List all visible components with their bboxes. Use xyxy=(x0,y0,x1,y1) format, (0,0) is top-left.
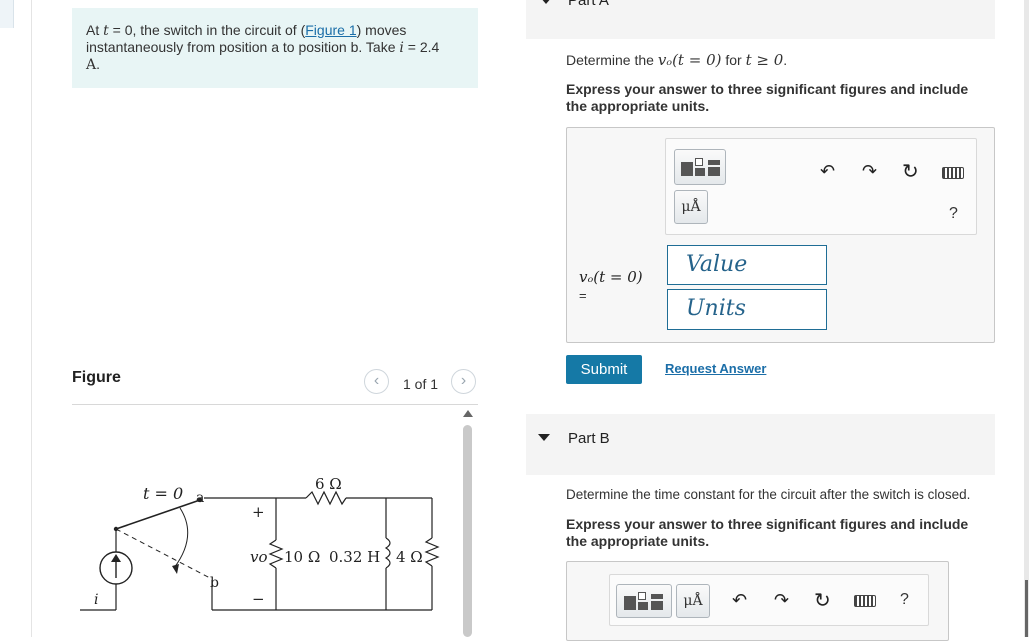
figure-pager-text: 1 of 1 xyxy=(403,376,439,392)
part-a-answer-label: vₒ(t = 0) xyxy=(579,268,643,286)
part-b-toolbar: μÅ ↶ ↷ ↻ ? xyxy=(609,574,929,626)
templates-button[interactable] xyxy=(616,584,672,618)
part-b-answer-box: μÅ ↶ ↷ ↻ ? xyxy=(566,561,949,641)
problem-text-middle: = 0, the switch in the circuit of ( xyxy=(108,22,306,38)
part-a-question-math: vₒ(t = 0) xyxy=(657,51,722,69)
part-a-toolbar: μÅ ↶ ↷ ↻ ? xyxy=(665,138,977,235)
node-b-label: b xyxy=(210,575,219,591)
submit-button[interactable]: Submit xyxy=(566,355,642,384)
part-b-title: Part B xyxy=(568,430,610,447)
templates-button[interactable] xyxy=(674,149,726,185)
chevron-left-icon: ‹ xyxy=(373,372,380,389)
part-a-instruction: Express your answer to three significant… xyxy=(566,81,969,114)
redo-icon[interactable]: ↷ xyxy=(774,590,789,611)
part-b-question: Determine the time constant for the circ… xyxy=(566,487,971,502)
keyboard-icon[interactable] xyxy=(854,595,876,607)
units-icon: μÅ xyxy=(683,593,703,609)
part-a-equals: = xyxy=(579,288,587,303)
problem-value: = 2.4 xyxy=(403,39,440,55)
page-scrollbar-thumb[interactable] xyxy=(1025,580,1028,637)
problem-period: . xyxy=(96,56,101,72)
next-figure-button[interactable]: › xyxy=(451,369,476,394)
vo-minus-sign: − xyxy=(252,590,265,608)
problem-text-prefix: At xyxy=(86,22,104,38)
figure-divider xyxy=(72,404,478,405)
figure-heading: Figure xyxy=(72,369,121,386)
part-a-title: Part A xyxy=(568,0,609,9)
resistor-10-symbol xyxy=(268,539,284,569)
circuit-diagram: t = 0 a b 6 Ω 10 Ω 0.32 H 4 Ω + − vo i xyxy=(80,475,440,611)
collapse-triangle-icon xyxy=(538,434,550,441)
part-b-header[interactable]: Part B xyxy=(526,414,995,475)
help-icon[interactable]: ? xyxy=(900,591,909,609)
units-button[interactable]: μÅ xyxy=(676,584,710,618)
reset-icon[interactable]: ↻ xyxy=(902,159,919,184)
units-button[interactable]: μÅ xyxy=(674,190,708,224)
part-b-instruction: Express your answer to three significant… xyxy=(566,516,969,549)
reset-icon[interactable]: ↻ xyxy=(814,588,831,613)
help-icon[interactable]: ? xyxy=(949,205,958,223)
resistor-6-symbol xyxy=(305,490,347,506)
left-edge-tab xyxy=(0,0,14,28)
chevron-right-icon: › xyxy=(460,372,467,389)
part-a-question-math2: t ≥ 0 xyxy=(745,51,784,69)
units-icon: μÅ xyxy=(681,199,701,215)
redo-icon[interactable]: ↷ xyxy=(862,161,877,182)
templates-icon xyxy=(624,592,666,612)
figure-scrollbar-thumb[interactable] xyxy=(463,425,472,637)
request-answer-link[interactable]: Request Answer xyxy=(665,361,766,376)
switch-time-label: t = 0 xyxy=(143,484,183,503)
units-input[interactable]: Units xyxy=(667,289,827,330)
part-a-question-prefix: Determine the xyxy=(566,52,658,68)
part-a-question-mid: for xyxy=(721,52,746,68)
problem-statement: At t = 0, the switch in the circuit of (… xyxy=(72,8,478,88)
page-scrollbar[interactable] xyxy=(1024,0,1029,637)
value-input[interactable]: Value xyxy=(667,245,827,285)
resistor-4-symbol xyxy=(424,537,440,567)
part-a-question-end: . xyxy=(783,52,788,68)
source-current-label: i xyxy=(94,592,98,608)
switch-motion-arrow xyxy=(173,507,189,569)
column-divider xyxy=(31,0,32,637)
prev-figure-button[interactable]: ‹ xyxy=(364,369,389,394)
scroll-up-arrow-icon[interactable] xyxy=(463,410,473,417)
figure-link[interactable]: Figure 1 xyxy=(305,22,356,38)
collapse-triangle-icon xyxy=(540,0,552,4)
inductor-symbol xyxy=(384,537,391,569)
resistor-6-label: 6 Ω xyxy=(315,475,342,493)
part-a-answer-box: μÅ ↶ ↷ ↻ ? vₒ(t = 0) = Value Units xyxy=(566,127,995,343)
keyboard-icon[interactable] xyxy=(942,167,964,179)
vo-plus-sign: + xyxy=(252,503,265,521)
part-a-header[interactable]: Part A xyxy=(526,0,995,39)
resistor-4-label: 4 Ω xyxy=(396,548,423,566)
templates-icon xyxy=(681,158,721,178)
problem-unit: A xyxy=(86,57,97,73)
undo-icon[interactable]: ↶ xyxy=(732,590,747,611)
part-a-question: Determine the vₒ(t = 0) for t ≥ 0. xyxy=(566,51,787,69)
undo-icon[interactable]: ↶ xyxy=(820,161,835,182)
resistor-10-label: 10 Ω xyxy=(284,548,320,566)
inductor-label: 0.32 H xyxy=(329,548,380,566)
vo-label: vo xyxy=(250,548,268,566)
